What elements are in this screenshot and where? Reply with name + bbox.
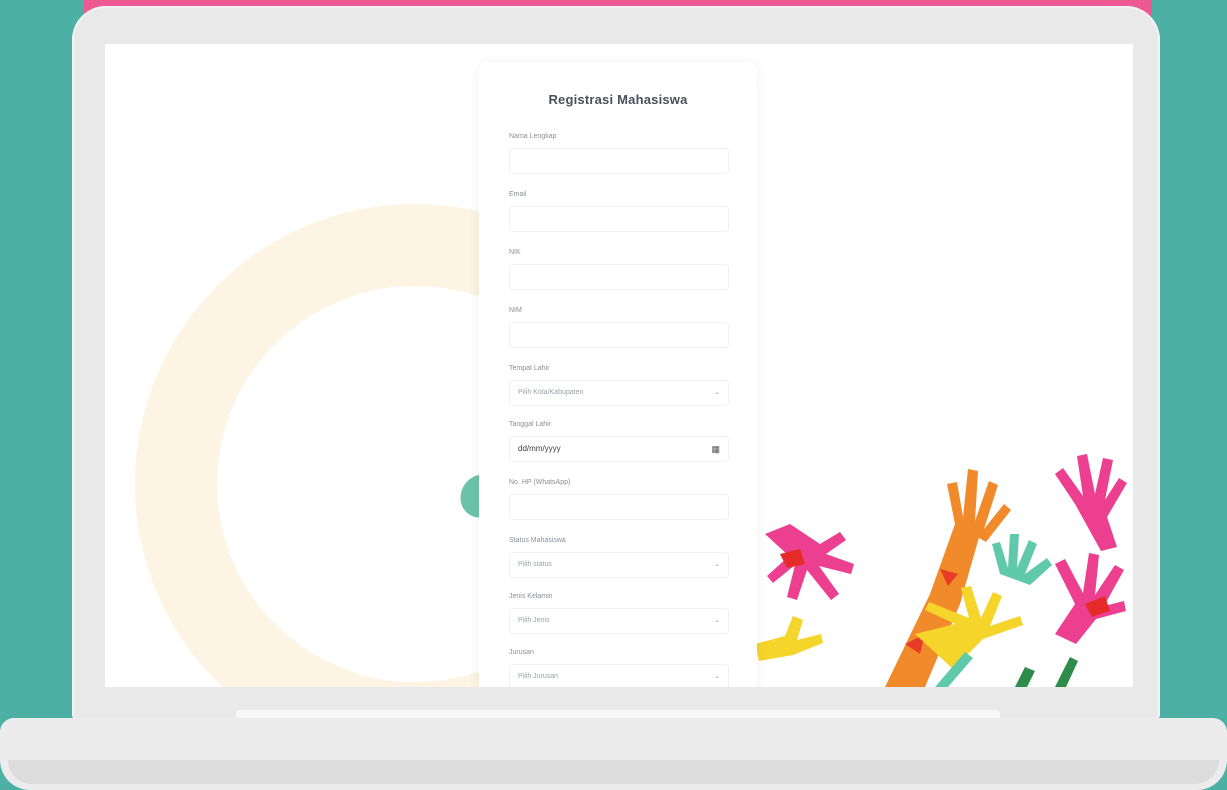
select-value: Pilih Jurusan xyxy=(518,673,559,680)
field-nama-lengkap: Nama Lengkap xyxy=(509,132,729,174)
chevron-down-icon: ⌄ xyxy=(714,389,720,396)
select-value: Pilih Kota/Kabupaten xyxy=(518,389,584,396)
tanggal-lahir-date-input[interactable]: dd/mm/yyyy ▦ xyxy=(509,436,729,462)
field-label: Tempat Lahir xyxy=(509,365,550,372)
tempat-lahir-select[interactable]: Pilih Kota/Kabupaten ⌄ xyxy=(509,380,729,406)
field-nim: NIM xyxy=(509,306,729,348)
status-mahasiswa-select[interactable]: Pilih status ⌄ xyxy=(509,552,729,578)
laptop-screen: Registrasi Mahasiswa Nama Lengkap Email … xyxy=(105,44,1133,687)
field-label: Jenis Kelamin xyxy=(509,593,553,600)
field-tempat-lahir: Tempat Lahir Pilih Kota/Kabupaten ⌄ xyxy=(509,364,729,406)
chevron-down-icon: ⌄ xyxy=(714,673,720,680)
date-placeholder: dd/mm/yyyy xyxy=(518,444,561,453)
laptop-base-front xyxy=(8,760,1219,784)
email-input[interactable] xyxy=(509,206,729,232)
field-label: No. HP (WhatsApp) xyxy=(509,479,571,486)
field-label: Jurusan xyxy=(509,649,534,656)
no-hp-input[interactable] xyxy=(509,494,729,520)
nim-input[interactable] xyxy=(509,322,729,348)
field-jurusan: Jurusan Pilih Jurusan ⌄ xyxy=(509,648,729,687)
field-label: NIK xyxy=(509,249,521,256)
select-value: Pilih Jenis xyxy=(518,617,550,624)
select-value: Pilih status xyxy=(518,561,552,568)
field-email: Email xyxy=(509,190,729,232)
registration-form: Registrasi Mahasiswa Nama Lengkap Email … xyxy=(479,62,757,687)
field-no-hp: No. HP (WhatsApp) xyxy=(509,478,729,520)
field-nik: NIK xyxy=(509,248,729,290)
chevron-down-icon: ⌄ xyxy=(714,561,720,568)
nik-input[interactable] xyxy=(509,264,729,290)
colorful-hands-illustration xyxy=(755,454,1127,687)
field-status-mahasiswa: Status Mahasiswa Pilih status ⌄ xyxy=(509,536,729,578)
field-tanggal-lahir: Tanggal Lahir dd/mm/yyyy ▦ xyxy=(509,420,729,462)
field-jenis-kelamin: Jenis Kelamin Pilih Jenis ⌄ xyxy=(509,592,729,634)
chevron-down-icon: ⌄ xyxy=(714,617,720,624)
field-label: Nama Lengkap xyxy=(509,133,557,140)
field-label: NIM xyxy=(509,307,522,314)
jenis-kelamin-select[interactable]: Pilih Jenis ⌄ xyxy=(509,608,729,634)
field-label: Status Mahasiswa xyxy=(509,537,566,544)
jurusan-select[interactable]: Pilih Jurusan ⌄ xyxy=(509,664,729,687)
field-label: Email xyxy=(509,191,527,198)
field-label: Tanggal Lahir xyxy=(509,421,552,428)
nama-lengkap-input[interactable] xyxy=(509,148,729,174)
calendar-icon[interactable]: ▦ xyxy=(711,437,720,461)
form-title: Registrasi Mahasiswa xyxy=(548,92,688,107)
